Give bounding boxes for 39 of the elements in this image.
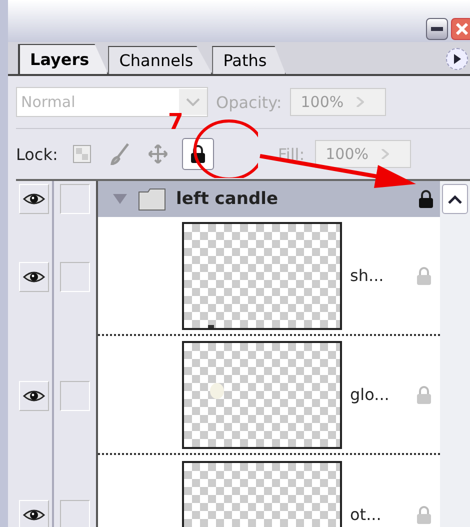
chevron-down-icon (186, 98, 200, 106)
layer-name: ot... (350, 505, 382, 524)
eye-icon (23, 508, 45, 522)
brush-icon (110, 143, 130, 165)
layer-row[interactable]: glo... (98, 336, 440, 455)
visibility-toggle[interactable] (19, 380, 49, 410)
caret-right-icon (356, 97, 364, 107)
visibility-toggle[interactable] (19, 184, 49, 214)
checkerboard-icon (72, 145, 91, 163)
tab[interactable]: Channels (108, 46, 212, 74)
caret-right-icon (380, 149, 389, 159)
layer-row[interactable]: ot... (98, 455, 440, 527)
eye-icon (23, 388, 45, 402)
layer-name: sh... (350, 266, 384, 285)
panel-menu-button[interactable] (446, 48, 468, 70)
layer-name: left candle (176, 189, 278, 209)
layer-row[interactable]: sh... (98, 217, 440, 336)
opacity-label: Opacity: (216, 92, 282, 112)
padlock-icon (190, 145, 206, 163)
eye-icon (23, 192, 45, 206)
lock-button[interactable] (182, 138, 214, 170)
play-triangle-icon (453, 54, 461, 64)
lock-label: Lock: (16, 144, 58, 164)
eye-icon (23, 270, 45, 284)
move-icon (148, 144, 168, 164)
close-button[interactable] (451, 18, 470, 40)
layer-name: glo... (350, 385, 390, 404)
scrollbar[interactable] (440, 181, 470, 527)
visibility-toggle[interactable] (19, 500, 49, 527)
folder-icon (138, 187, 166, 211)
tab[interactable]: Layers (18, 44, 108, 74)
tab[interactable]: Paths (212, 46, 286, 74)
minimize-icon (431, 27, 443, 31)
visibility-toggle[interactable] (19, 262, 49, 292)
minimize-button[interactable] (426, 18, 448, 40)
close-icon (456, 23, 468, 35)
scroll-up-button[interactable] (442, 184, 468, 214)
layer-group-row[interactable]: left candle (98, 181, 440, 217)
chevron-up-icon (448, 194, 462, 204)
